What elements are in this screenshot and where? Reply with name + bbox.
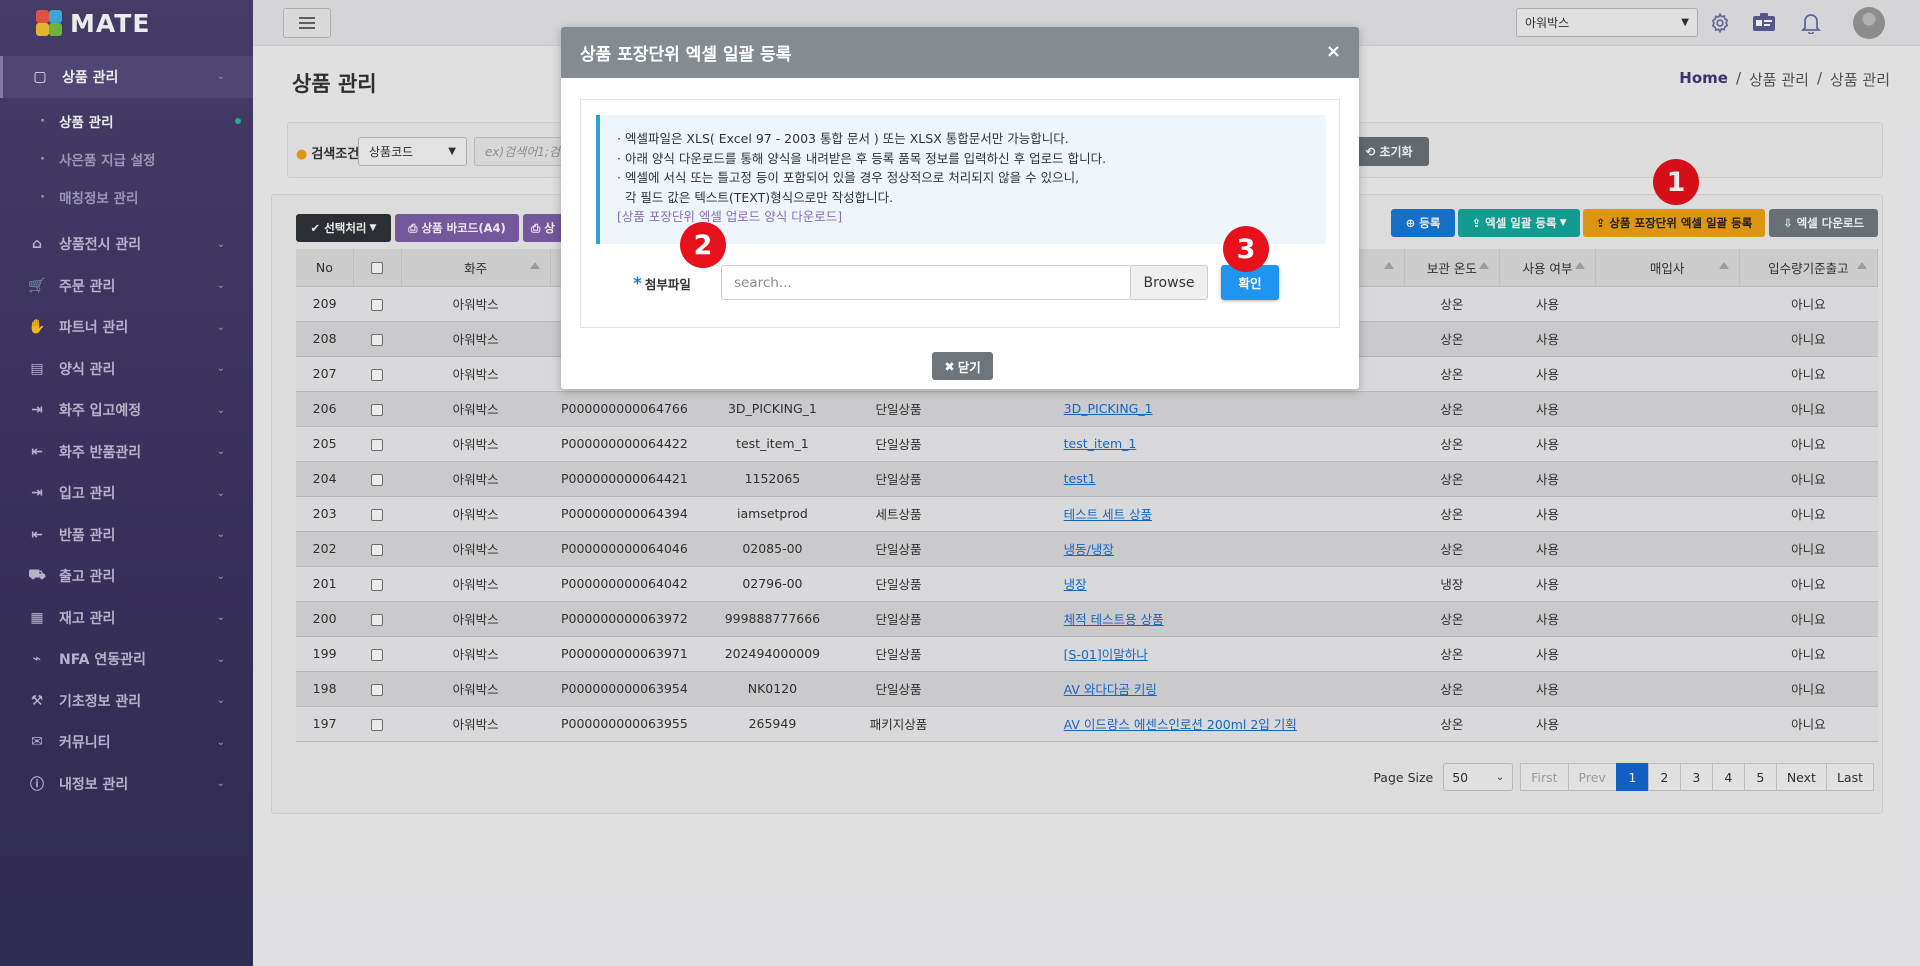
instruction-line: · 엑셀에 서식 또는 틀고정 등이 포함되어 있을 경우 정상적으로 처리되지… <box>617 170 1080 185</box>
required-asterisk-icon: * <box>633 274 642 294</box>
step-marker-3: 3 <box>1223 226 1269 272</box>
modal-header: 상품 포장단위 엑셀 일괄 등록 × <box>561 27 1359 78</box>
instruction-line: · 아래 양식 다운로드를 통해 양식을 내려받은 후 등록 품목 정보를 입력… <box>617 150 1107 166</box>
file-upload-row: * 첨부파일 search... Browse 확인 <box>581 263 1341 301</box>
close-icon[interactable]: × <box>1326 41 1341 62</box>
modal-title: 상품 포장단위 엑셀 일괄 등록 <box>580 45 792 65</box>
instruction-line: 각 필드 값은 텍스트(TEXT)형식으로만 작성합니다. <box>617 189 894 205</box>
template-download-link[interactable]: [상품 포장단위 엑셀 업로드 양식 다운로드] <box>617 207 1326 227</box>
step-marker-2: 2 <box>680 222 726 268</box>
browse-button[interactable]: Browse <box>1131 265 1208 300</box>
instruction-line: · 엑셀파일은 XLS( Excel 97 - 2003 통합 문서 ) 또는 … <box>617 131 1069 146</box>
modal-close-button[interactable]: ✖ 닫기 <box>932 352 993 380</box>
file-path-input[interactable]: search... <box>721 265 1131 300</box>
close-icon: ✖ <box>944 358 955 374</box>
modal-body: · 엑셀파일은 XLS( Excel 97 - 2003 통합 문서 ) 또는 … <box>580 99 1340 328</box>
file-field-label: * 첨부파일 <box>633 274 691 294</box>
package-excel-upload-modal: 상품 포장단위 엑셀 일괄 등록 × · 엑셀파일은 XLS( Excel 97… <box>561 27 1359 389</box>
